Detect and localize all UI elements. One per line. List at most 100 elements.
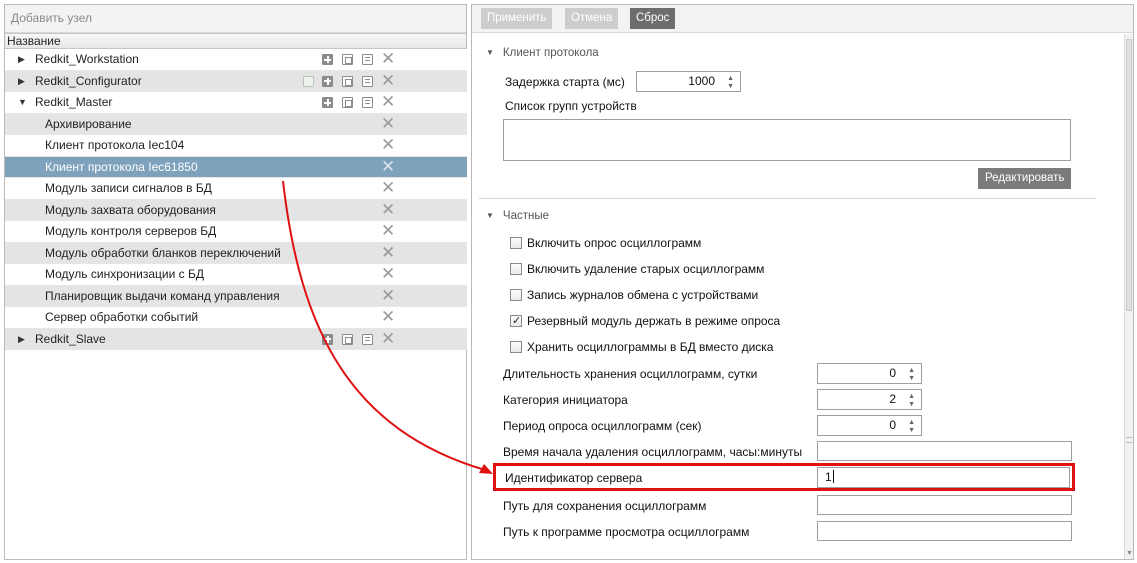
node-actions: ✕	[303, 264, 403, 284]
tree-node-db-server-control[interactable]: Модуль контроля серверов БД ✕	[5, 221, 467, 243]
close-icon[interactable]: ✕	[381, 92, 395, 113]
close-icon[interactable]: ✕	[381, 71, 395, 92]
reset-button[interactable]: Сброс	[630, 8, 676, 29]
retention-days-label: Длительность хранения осциллограмм, сутк…	[503, 367, 758, 381]
expand-arrow-icon[interactable]: ▶	[18, 71, 25, 92]
tree-node-label: Клиент протокола Iec61850	[45, 159, 198, 174]
expand-arrow-icon[interactable]: ▶	[18, 329, 25, 350]
tree-node-label: Redkit_Master	[35, 95, 113, 109]
tree-node-label: Клиент протокола Iec104	[45, 138, 185, 152]
checkbox-icon[interactable]	[510, 237, 522, 249]
add-node-button[interactable]: Добавить узел	[5, 5, 92, 31]
start-delay-spinner[interactable]: 1000 ▲ ▼	[636, 71, 741, 92]
section-private-header[interactable]: ▼ Частные	[486, 210, 549, 222]
copy-icon[interactable]	[342, 333, 353, 345]
poll-period-label: Период опроса осциллограмм (сек)	[503, 419, 702, 433]
plus-icon[interactable]	[322, 333, 333, 345]
viewer-path-input[interactable]	[817, 521, 1072, 541]
checkbox-label: Резервный модуль держать в режиме опроса	[527, 314, 781, 328]
checkbox-icon[interactable]	[510, 289, 522, 301]
checkbox-label: Включить удаление старых осциллограмм	[527, 262, 765, 276]
close-icon[interactable]: ✕	[381, 286, 395, 307]
tree-node-label: Модуль захвата оборудования	[45, 202, 216, 217]
apply-button[interactable]: Применить	[481, 8, 553, 29]
tree-node-iec61850-client[interactable]: Клиент протокола Iec61850 ✕	[5, 156, 467, 178]
node-actions: ✕	[303, 92, 403, 112]
spinner-value: 0	[889, 366, 896, 380]
column-header-name[interactable]: Название	[5, 33, 466, 49]
tree-toolbar: Добавить узел	[5, 5, 466, 33]
spin-down-icon[interactable]: ▼	[908, 375, 915, 382]
spin-down-icon[interactable]: ▼	[727, 83, 734, 90]
close-icon[interactable]: ✕	[381, 49, 395, 70]
spin-up-icon[interactable]: ▲	[908, 419, 915, 426]
close-icon[interactable]: ✕	[381, 200, 395, 221]
node-actions: ✕	[303, 178, 403, 198]
initiator-category-spinner[interactable]: 2 ▲ ▼	[817, 389, 922, 410]
poll-period-spinner[interactable]: 0 ▲ ▼	[817, 415, 922, 436]
checkbox-icon[interactable]	[510, 263, 522, 275]
scrollbar-thumb[interactable]	[1126, 39, 1132, 311]
delete-start-time-input[interactable]	[817, 441, 1072, 461]
server-id-input[interactable]: 1	[817, 467, 1070, 488]
close-icon[interactable]: ✕	[381, 135, 395, 156]
close-icon[interactable]: ✕	[381, 307, 395, 328]
close-icon[interactable]: ✕	[381, 157, 395, 178]
tree-node-switching-forms[interactable]: Модуль обработки бланков переключений ✕	[5, 242, 467, 264]
plus-icon[interactable]	[322, 54, 333, 65]
spin-down-icon[interactable]: ▼	[908, 427, 915, 434]
save-path-input[interactable]	[817, 495, 1072, 515]
copy-icon[interactable]	[342, 75, 353, 87]
spin-up-icon[interactable]: ▲	[908, 393, 915, 400]
tree-node-label: Redkit_Workstation	[35, 52, 139, 66]
tree-node-db-sync[interactable]: Модуль синхронизации с БД ✕	[5, 264, 467, 286]
tree-node-redkit-master[interactable]: ▼ Redkit_Master ✕	[5, 92, 467, 114]
properties-toolbar: Применить Отмена Сброс	[472, 5, 1133, 33]
spin-down-icon[interactable]: ▼	[908, 401, 915, 408]
paste-icon[interactable]	[362, 75, 373, 87]
checkbox-icon[interactable]	[510, 341, 522, 353]
copy-icon[interactable]	[342, 97, 353, 108]
vertical-scrollbar[interactable]: ▼	[1124, 34, 1133, 559]
checkbox-checked-icon[interactable]	[510, 313, 522, 329]
node-actions: ✕	[303, 307, 403, 327]
close-icon[interactable]: ✕	[381, 243, 395, 264]
close-icon[interactable]: ✕	[381, 264, 395, 285]
plus-icon[interactable]	[322, 75, 333, 87]
spin-up-icon[interactable]: ▲	[727, 75, 734, 82]
plus-icon[interactable]	[322, 97, 333, 108]
close-icon[interactable]: ✕	[381, 178, 395, 199]
expand-arrow-icon[interactable]: ▶	[18, 49, 25, 70]
copy-icon[interactable]	[342, 54, 353, 65]
checkbox-icon[interactable]	[303, 75, 314, 87]
tree-node-archiving[interactable]: Архивирование ✕	[5, 113, 467, 135]
tree-node-label: Модуль записи сигналов в БД	[45, 181, 212, 195]
device-groups-list[interactable]	[503, 119, 1071, 161]
tree-node-redkit-slave[interactable]: ▶ Redkit_Slave ✕	[5, 328, 467, 350]
paste-icon[interactable]	[362, 54, 373, 65]
close-icon[interactable]: ✕	[381, 329, 395, 350]
scroll-down-icon[interactable]: ▼	[1126, 550, 1133, 557]
node-actions: ✕	[303, 135, 403, 155]
paste-icon[interactable]	[362, 97, 373, 108]
collapse-arrow-icon[interactable]: ▼	[18, 92, 27, 113]
close-icon[interactable]: ✕	[381, 114, 395, 135]
spin-up-icon[interactable]: ▲	[908, 367, 915, 374]
paste-icon[interactable]	[362, 333, 373, 345]
node-actions: ✕	[303, 200, 403, 220]
collapse-arrow-icon: ▼	[486, 48, 494, 57]
edit-button[interactable]: Редактировать	[978, 168, 1072, 189]
tree-node-redkit-workstation[interactable]: ▶ Redkit_Workstation ✕	[5, 49, 467, 71]
tree-node-equipment-capture[interactable]: Модуль захвата оборудования ✕	[5, 199, 467, 221]
start-delay-label: Задержка старта (мс)	[505, 75, 625, 89]
tree-node-signal-recording[interactable]: Модуль записи сигналов в БД ✕	[5, 178, 467, 200]
section-protocol-header[interactable]: ▼ Клиент протокола	[486, 47, 599, 59]
close-icon[interactable]: ✕	[381, 221, 395, 242]
tree-node-command-scheduler[interactable]: Планировщик выдачи команд управления ✕	[5, 285, 467, 307]
cancel-button[interactable]: Отмена	[565, 8, 619, 29]
tree-node-event-server[interactable]: Сервер обработки событий ✕	[5, 307, 467, 329]
tree-node-label: Redkit_Configurator	[35, 73, 142, 88]
tree-node-iec104-client[interactable]: Клиент протокола Iec104 ✕	[5, 135, 467, 157]
retention-days-spinner[interactable]: 0 ▲ ▼	[817, 363, 922, 384]
tree-node-redkit-configurator[interactable]: ▶ Redkit_Configurator ✕	[5, 70, 467, 92]
